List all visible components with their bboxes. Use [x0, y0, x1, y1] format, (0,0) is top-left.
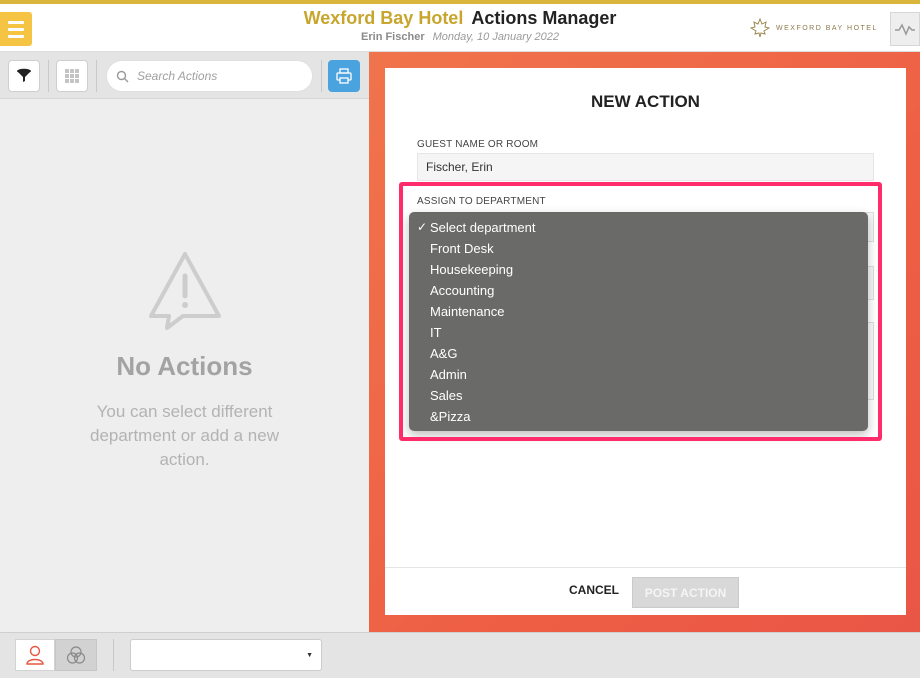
bottom-bar: ▼ [0, 632, 920, 678]
warning-icon [148, 252, 221, 330]
toolbar-divider [48, 60, 49, 92]
dropdown-caret-icon: ▼ [306, 652, 313, 659]
search-icon [116, 70, 129, 82]
filter-funnel-icon [17, 68, 31, 82]
guest-field-label: GUEST NAME OR ROOM [417, 139, 539, 150]
group-circles-icon [66, 646, 86, 664]
activity-wave-icon [895, 23, 915, 36]
app-header: Wexford Bay Hotel Actions Manager Erin Fi… [0, 4, 920, 52]
list-toolbar [0, 52, 369, 99]
highlight-box [399, 182, 882, 441]
filter-button[interactable] [8, 60, 40, 92]
hotel-logo: WEXFORD BAY HOTEL [750, 18, 878, 38]
department-filter-select[interactable]: ▼ [130, 639, 322, 671]
activity-button[interactable] [890, 12, 920, 46]
app-title: Actions Manager [471, 8, 617, 28]
form-title: NEW ACTION [591, 92, 700, 111]
cancel-button[interactable]: CANCEL [569, 583, 619, 597]
printer-icon [336, 68, 352, 84]
grid-icon [65, 69, 79, 83]
guest-name-field[interactable]: Fischer, Erin [417, 153, 874, 181]
toolbar-divider [96, 60, 97, 92]
empty-state-message: You can select different department or a… [89, 402, 279, 469]
print-button[interactable] [328, 60, 360, 92]
toolbar-divider [321, 60, 322, 92]
user-name: Erin Fischer [361, 31, 425, 43]
my-actions-button[interactable] [15, 639, 55, 671]
current-date: Monday, 10 January 2022 [432, 31, 559, 43]
person-icon [26, 645, 44, 665]
logo-text: WEXFORD BAY HOTEL [776, 24, 878, 32]
group-actions-button[interactable] [55, 639, 97, 671]
search-input[interactable] [137, 69, 297, 83]
actions-list-panel: No Actions You can select different depa… [0, 52, 369, 632]
empty-state: No Actions You can select different depa… [0, 248, 369, 472]
form-footer: CANCEL POST ACTION [385, 567, 906, 615]
maple-leaf-icon [750, 18, 770, 38]
search-box [106, 60, 313, 92]
bottom-divider [113, 639, 114, 671]
grid-view-button[interactable] [56, 60, 88, 92]
empty-state-title: No Actions [116, 351, 253, 381]
post-action-button[interactable]: POST ACTION [632, 577, 739, 608]
hotel-name: Wexford Bay Hotel [303, 8, 464, 28]
